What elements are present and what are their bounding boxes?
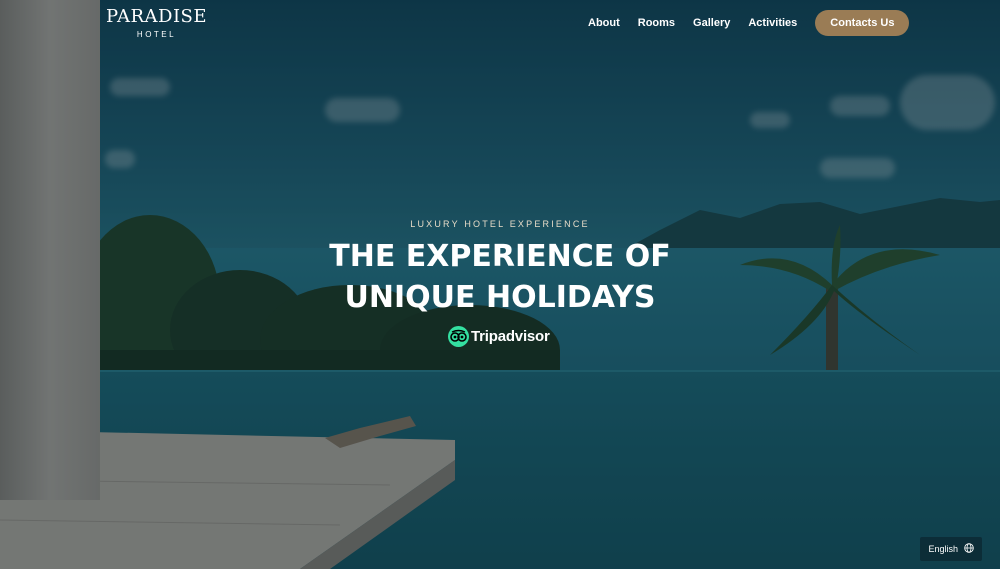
logo-wordmark: PARADISE	[106, 6, 208, 27]
headline-line-2: UNIQUE HOLIDAYS	[344, 280, 656, 315]
hotel-logo[interactable]: PARADISE HOTEL	[106, 6, 208, 40]
hero-headline: THE EXPERIENCE OF UNIQUE HOLIDAYS	[0, 236, 1000, 318]
tripadvisor-badge[interactable]: Tripadvisor	[448, 326, 550, 347]
nav-link-rooms[interactable]: Rooms	[638, 11, 675, 36]
globe-icon	[964, 543, 974, 555]
tripadvisor-owl-icon	[448, 326, 469, 347]
hero-section: PARADISE HOTEL About Rooms Gallery Activ…	[0, 0, 1000, 569]
contacts-us-button[interactable]: Contacts Us	[815, 10, 910, 36]
hero-eyebrow: LUXURY HOTEL EXPERIENCE	[410, 219, 590, 229]
nav-link-about[interactable]: About	[588, 11, 620, 36]
logo-subtitle: HOTEL	[136, 30, 177, 39]
headline-line-1: THE EXPERIENCE OF	[329, 239, 671, 274]
language-selector[interactable]: English	[920, 537, 982, 561]
tripadvisor-label: Tripadvisor	[471, 328, 550, 345]
nav-link-gallery[interactable]: Gallery	[693, 11, 730, 36]
main-nav: About Rooms Gallery Activities Contacts …	[588, 10, 910, 36]
language-label: English	[928, 544, 958, 554]
nav-link-activities[interactable]: Activities	[748, 11, 797, 36]
